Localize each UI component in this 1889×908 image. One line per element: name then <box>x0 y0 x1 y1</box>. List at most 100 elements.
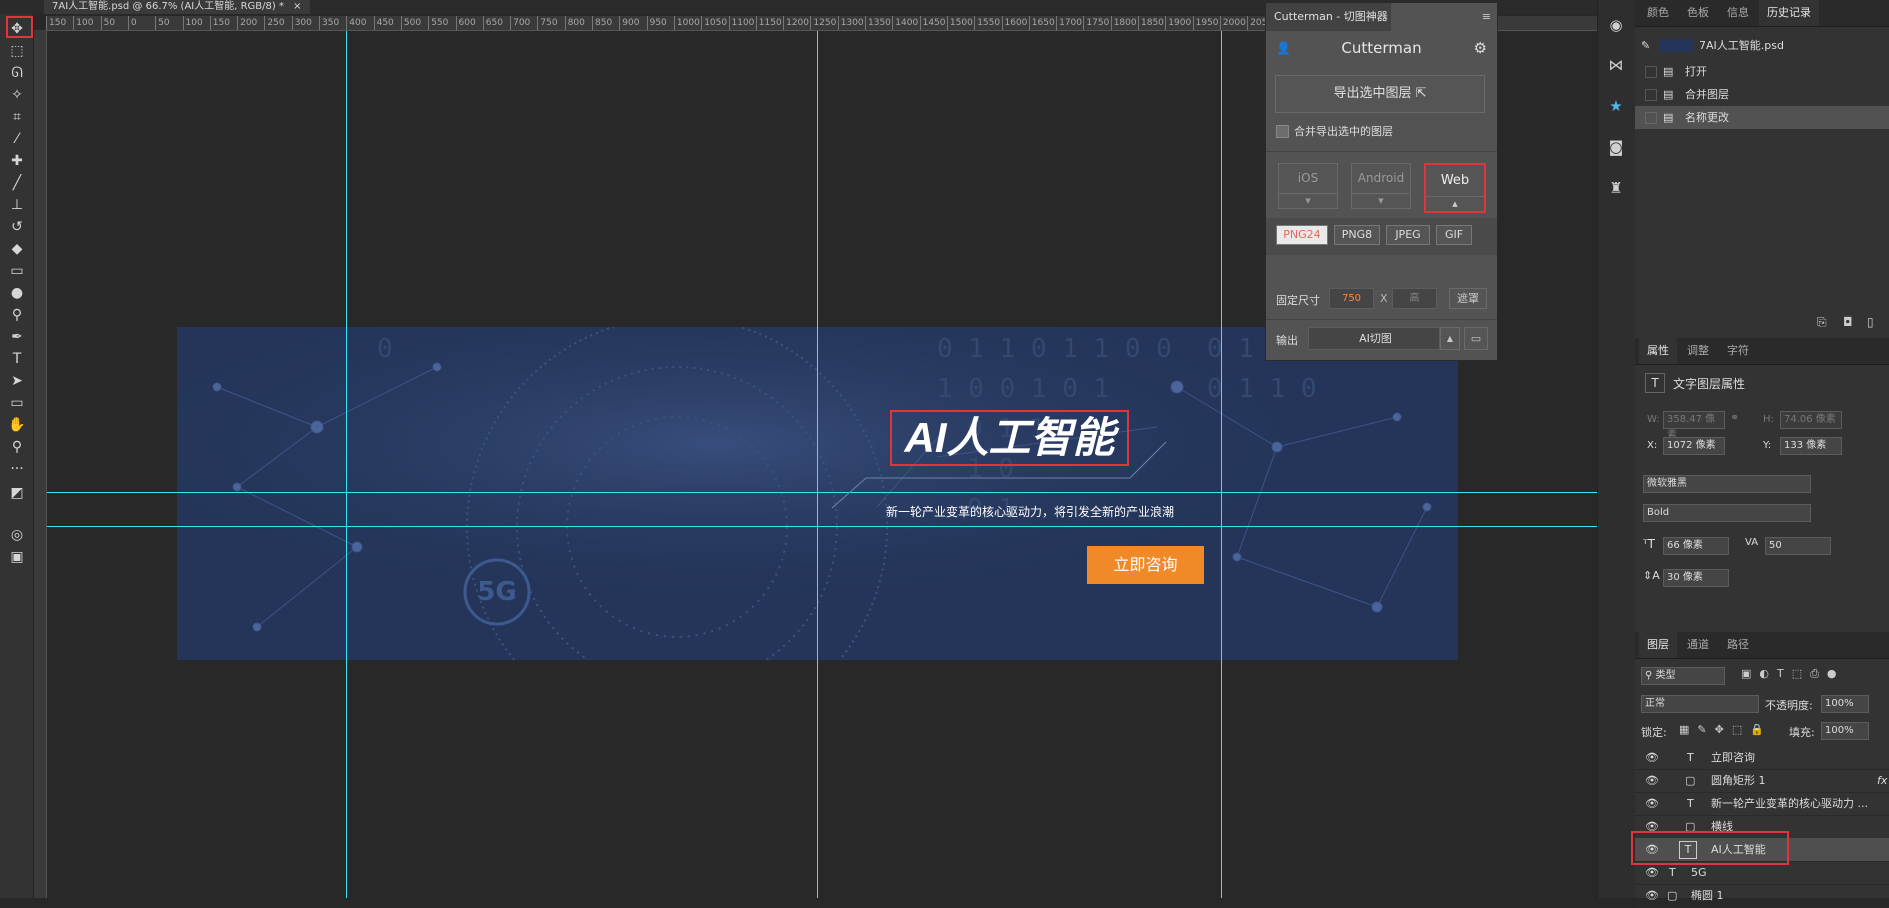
history-item-active[interactable]: ▤ 名称更改 <box>1635 106 1889 129</box>
output-folder-select[interactable]: AI切图 <box>1308 327 1440 350</box>
document-tab[interactable]: 7AI人工智能.psd @ 66.7% (AI人工智能, RGB/8) * × <box>44 0 310 14</box>
guide-vertical[interactable] <box>346 31 347 898</box>
trash-icon[interactable]: ▯ <box>1867 315 1874 329</box>
platform-web-button[interactable]: Web ▲ <box>1424 163 1486 213</box>
panel-menu-icon[interactable]: ≡ <box>1482 10 1491 23</box>
format-png8-button[interactable]: PNG8 <box>1334 225 1380 245</box>
chevron-down-icon[interactable]: ▼ <box>1352 193 1410 208</box>
camera-icon[interactable]: ◘ <box>1843 315 1853 329</box>
tab-layers[interactable]: 图层 <box>1639 632 1677 658</box>
hand-tool-icon[interactable]: ✋ <box>5 414 29 436</box>
magic-wand-tool-icon[interactable]: ✧ <box>5 84 29 106</box>
brush-tool-icon[interactable]: ╱ <box>5 172 29 194</box>
lasso-tool-icon[interactable]: ᘏ <box>5 62 29 84</box>
color-swatch-icon[interactable]: ◩ <box>5 482 29 504</box>
eye-icon[interactable]: 👁 <box>1645 884 1659 907</box>
consult-now-button[interactable]: 立即咨询 <box>1087 546 1204 584</box>
blur-tool-icon[interactable]: ● <box>5 282 29 304</box>
healing-brush-tool-icon[interactable]: ✚ <box>5 150 29 172</box>
stamp-tool-icon[interactable]: ⊥ <box>5 194 29 216</box>
opacity-field[interactable]: 100% <box>1821 695 1869 713</box>
layer-row[interactable]: 👁 ▢ 椭圆 1 <box>1635 884 1889 908</box>
mask-button[interactable]: 遮罩 <box>1449 288 1487 309</box>
fx-badge[interactable]: fx <box>1877 769 1887 792</box>
tracking-field[interactable]: 50 <box>1765 537 1831 555</box>
guide-horizontal[interactable] <box>47 492 1600 493</box>
checkbox[interactable] <box>1645 112 1657 124</box>
pen-tool-icon[interactable]: ✒ <box>5 326 29 348</box>
leading-field[interactable]: 30 像素 <box>1663 569 1729 587</box>
checkbox[interactable] <box>1645 66 1657 78</box>
layer-row[interactable]: 👁 T 立即咨询 <box>1635 746 1889 770</box>
gear-icon[interactable]: ⚙ <box>1474 39 1487 57</box>
bowtie-icon[interactable]: ⋈ <box>1605 54 1627 76</box>
history-item[interactable]: ▤ 打开 <box>1635 60 1889 83</box>
star-icon[interactable]: ★ <box>1605 95 1627 117</box>
history-item[interactable]: ▤ 合并图层 <box>1635 83 1889 106</box>
tab-info[interactable]: 信息 <box>1719 0 1757 26</box>
layer-filter-icons[interactable]: ▣◐T⬚⎙● <box>1741 667 1845 681</box>
marquee-tool-icon[interactable]: ⬚ <box>5 40 29 62</box>
tab-adjustments[interactable]: 调整 <box>1679 338 1717 364</box>
chevron-up-icon[interactable]: ▲ <box>1426 196 1484 211</box>
zoom-tool-icon[interactable]: ⚲ <box>5 436 29 458</box>
gradient-tool-icon[interactable]: ▭ <box>5 260 29 282</box>
checkbox[interactable] <box>1645 89 1657 101</box>
screen-mode-icon[interactable]: ▣ <box>5 546 29 568</box>
cutterman-tab[interactable]: Cutterman - 切图神器 <box>1266 3 1391 31</box>
history-brush-tool-icon[interactable]: ↺ <box>5 216 29 238</box>
new-document-icon[interactable]: ⎘ <box>1817 315 1827 330</box>
type-tool-icon[interactable]: T <box>5 348 29 370</box>
guide-vertical[interactable] <box>1221 31 1222 898</box>
eye-icon[interactable]: 👁 <box>1645 769 1659 792</box>
dodge-tool-icon[interactable]: ⚲ <box>5 304 29 326</box>
lock-icons[interactable]: ▦✎✥⬚🔒 <box>1679 723 1772 736</box>
format-gif-button[interactable]: GIF <box>1436 225 1472 245</box>
y-field[interactable]: 133 像素 <box>1780 437 1842 455</box>
more-tools-icon[interactable]: ··· <box>5 458 29 480</box>
ruler-tick: 950 <box>646 16 667 30</box>
guide-horizontal[interactable] <box>47 526 1600 527</box>
tab-paths[interactable]: 路径 <box>1719 632 1757 658</box>
x-field[interactable]: 1072 像素 <box>1663 437 1725 455</box>
platform-ios-button[interactable]: iOS ▼ <box>1278 163 1338 209</box>
fill-field[interactable]: 100% <box>1821 722 1869 740</box>
font-family-select[interactable]: 微软雅黑 <box>1643 475 1811 493</box>
layer-row[interactable]: 👁 ▢ 圆角矩形 1 fx <box>1635 769 1889 793</box>
merge-export-checkbox[interactable] <box>1276 125 1289 138</box>
rectangle-tool-icon[interactable]: ▭ <box>5 392 29 414</box>
font-size-field[interactable]: 66 像素 <box>1663 537 1729 555</box>
blend-mode-select[interactable]: 正常 <box>1641 695 1759 713</box>
format-png24-button[interactable]: PNG24 <box>1276 225 1328 245</box>
cube-icon[interactable]: ◙ <box>1605 136 1627 158</box>
tab-character[interactable]: 字符 <box>1719 338 1757 364</box>
eraser-tool-icon[interactable]: ◆ <box>5 238 29 260</box>
quick-mask-icon[interactable]: ◎ <box>5 524 29 546</box>
fixed-width-input[interactable]: 750 <box>1329 288 1374 309</box>
tab-properties[interactable]: 属性 <box>1639 338 1677 364</box>
tab-channels[interactable]: 通道 <box>1679 632 1717 658</box>
history-snapshot[interactable]: ✎ 7AI人工智能.psd <box>1635 34 1889 57</box>
eye-icon[interactable]: 👁 <box>1645 792 1659 815</box>
layer-row[interactable]: 👁 T 新一轮产业变革的核心驱动力 ... <box>1635 792 1889 816</box>
crop-tool-icon[interactable]: ⌗ <box>5 106 29 128</box>
platform-android-button[interactable]: Android ▼ <box>1351 163 1411 209</box>
tab-history[interactable]: 历史记录 <box>1759 0 1819 26</box>
format-jpeg-button[interactable]: JPEG <box>1386 225 1430 245</box>
folder-icon[interactable]: ▭ <box>1464 327 1488 350</box>
tab-swatches[interactable]: 色板 <box>1679 0 1717 26</box>
export-selected-layers-button[interactable]: 导出选中图层 ⇱ <box>1275 75 1485 113</box>
eyedropper-tool-icon[interactable]: ⁄ <box>5 128 29 150</box>
close-icon[interactable]: × <box>293 1 301 12</box>
chevron-down-icon[interactable]: ▼ <box>1279 193 1337 208</box>
chevron-up-icon[interactable]: ▲ <box>1440 327 1460 350</box>
user-circle-icon[interactable]: ◉ <box>1605 14 1627 36</box>
fixed-height-input[interactable]: 高 <box>1392 288 1437 309</box>
font-style-select[interactable]: Bold <box>1643 504 1811 522</box>
path-selection-tool-icon[interactable]: ➤ <box>5 370 29 392</box>
guide-vertical[interactable] <box>817 31 818 898</box>
tab-color[interactable]: 颜色 <box>1639 0 1677 26</box>
eye-icon[interactable]: 👁 <box>1645 746 1659 769</box>
layer-filter-select[interactable]: ⚲ 类型 <box>1641 667 1725 685</box>
robot-icon[interactable]: ♜ <box>1605 177 1627 199</box>
